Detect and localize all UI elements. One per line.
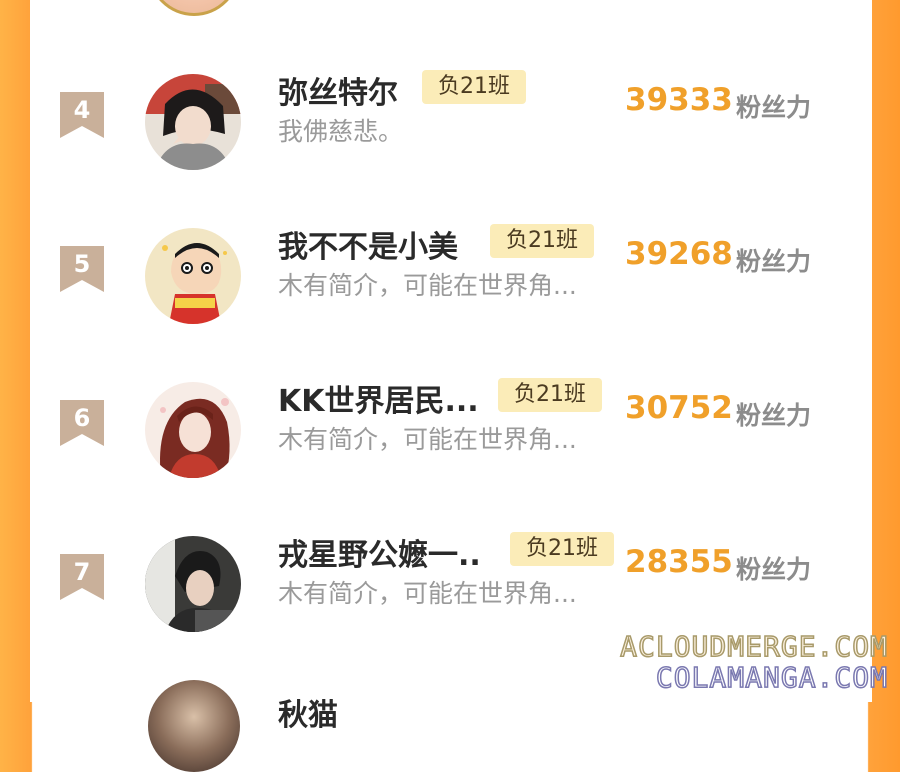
avatar[interactable]: [145, 74, 241, 170]
avatar[interactable]: [145, 228, 241, 324]
avatar[interactable]: [148, 680, 240, 772]
rank-number: 4: [73, 96, 91, 124]
rank-number: 6: [73, 404, 91, 432]
rank-flag: 6: [60, 400, 104, 446]
rank-number: 5: [73, 250, 91, 278]
fan-score-unit: 粉丝力: [736, 401, 812, 430]
user-bio: 木有简介，可能在世界角...: [278, 579, 577, 608]
class-badge: 负21班: [422, 70, 526, 104]
user-name[interactable]: 弥丝特尔: [278, 68, 398, 112]
user-name[interactable]: 秋猫: [278, 690, 338, 734]
user-name[interactable]: 戎星野公嬷一..: [278, 530, 481, 574]
rank-flag: 4: [60, 92, 104, 138]
user-name[interactable]: KK世界居民...: [278, 376, 479, 420]
avatar[interactable]: [145, 382, 241, 478]
class-badge: 负21班: [490, 224, 594, 258]
rank-flag: 7: [60, 554, 104, 600]
fan-score-unit: 粉丝力: [736, 93, 812, 122]
rank-flag: 5: [60, 246, 104, 292]
user-bio: 木有简介，可能在世界角...: [278, 271, 577, 300]
list-item[interactable]: 6 KK世界居民... 负21班 木有简介，可能在世界角... 30752 粉丝…: [0, 378, 900, 510]
fan-score: 39333: [625, 82, 733, 118]
class-badge: 负21班: [510, 532, 614, 566]
list-item[interactable]: 4 弥丝特尔 负21班 我佛慈悲。 39333 粉丝力: [0, 70, 900, 202]
watermark-text: COLAMANGA.COM: [655, 660, 888, 695]
user-bio: 木有简介，可能在世界角...: [278, 425, 577, 454]
rank-number: 7: [73, 558, 91, 586]
fan-score: 39268: [625, 236, 733, 272]
fan-score: 30752: [625, 390, 733, 426]
user-name[interactable]: 我不不是小美: [278, 222, 458, 266]
class-badge: 负21班: [498, 378, 602, 412]
avatar[interactable]: [145, 536, 241, 632]
watermark-text: ACLOUDMERGE.COM: [619, 629, 888, 664]
user-bio: 我佛慈悲。: [278, 117, 404, 146]
fan-score-unit: 粉丝力: [736, 555, 812, 584]
fan-score-unit: 粉丝力: [736, 247, 812, 276]
list-item[interactable]: 5 我不不是小美 负21班 木有简介，可能在世界角... 39268 粉丝力: [0, 224, 900, 356]
fan-score: 28355: [625, 544, 733, 580]
